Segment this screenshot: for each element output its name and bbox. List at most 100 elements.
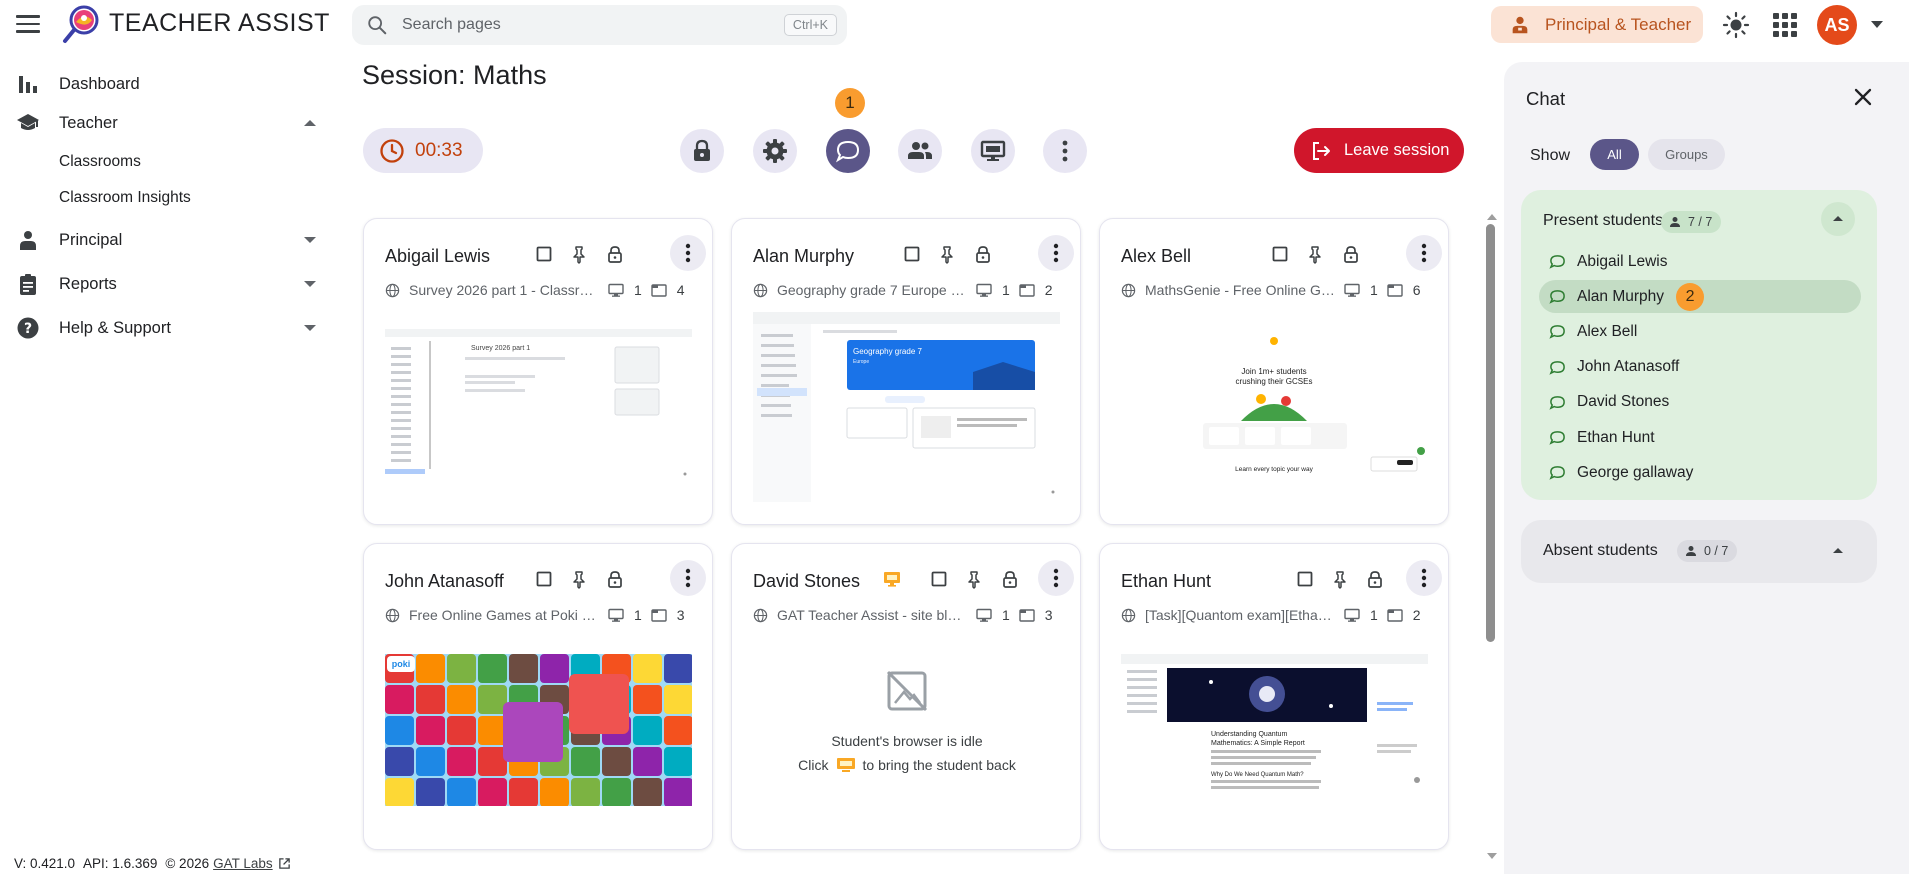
more-actions-button[interactable]	[1043, 129, 1087, 173]
pin-icon[interactable]	[1305, 244, 1325, 264]
gat-labs-link[interactable]: GAT Labs	[213, 856, 273, 871]
chat-student-item[interactable]: David Stones	[1539, 386, 1861, 419]
screen-thumbnail[interactable]: poki	[385, 654, 692, 806]
chat-bubble-icon	[835, 140, 860, 163]
lock-all-button[interactable]	[680, 129, 724, 173]
search-input[interactable]: Search pages	[402, 16, 784, 34]
external-link-icon[interactable]	[278, 857, 291, 870]
student-name: David Stones	[753, 571, 861, 591]
chat-student-item[interactable]: Alan Murphy 2	[1539, 280, 1861, 314]
tabs-icon	[1387, 608, 1403, 622]
more-vert-icon[interactable]	[670, 235, 706, 271]
lock-student-icon[interactable]	[605, 244, 625, 264]
brightness-icon[interactable]	[1722, 11, 1750, 39]
active-tab-title[interactable]: GAT Teacher Assist - site blocked	[777, 607, 967, 623]
sidebar-item-dashboard[interactable]: Dashboard	[0, 68, 330, 100]
sidebar-label: Dashboard	[59, 74, 140, 93]
chat-student-item[interactable]: Ethan Hunt	[1539, 421, 1861, 454]
globe-icon	[1121, 608, 1136, 622]
pin-icon[interactable]	[1330, 569, 1350, 589]
absent-count-chip: 0 / 7	[1677, 540, 1738, 562]
pin-icon[interactable]	[937, 244, 957, 264]
active-tab-title[interactable]: Free Online Games at Poki - Play Now!	[409, 607, 599, 623]
collapse-present-button[interactable]	[1821, 202, 1855, 236]
select-checkbox[interactable]	[929, 569, 949, 589]
chat-panel: Chat Show All Groups Present students 7 …	[1504, 62, 1909, 874]
apps-grid-icon[interactable]	[1773, 13, 1797, 37]
student-card[interactable]: John Atanasoff Free Online Games at Poki…	[363, 543, 713, 850]
more-vert-icon[interactable]	[1038, 235, 1074, 271]
menu-icon[interactable]	[16, 15, 40, 33]
sidebar-item-classroom-insights[interactable]: Classroom Insights	[59, 189, 191, 207]
more-vert-icon[interactable]	[1406, 235, 1442, 271]
active-tab-title[interactable]: [Task][Quantom exam][Ethan Hunt]	[1145, 607, 1335, 623]
screen-share-button[interactable]	[971, 129, 1015, 173]
lock-student-icon[interactable]	[1365, 569, 1385, 589]
filter-groups-chip[interactable]: Groups	[1648, 139, 1725, 170]
globe-icon	[1121, 283, 1136, 297]
idle-rest-text: to bring the student back	[862, 757, 1016, 773]
chat-student-item[interactable]: Abigail Lewis	[1539, 245, 1861, 278]
scroll-up-arrow-icon[interactable]	[1487, 214, 1497, 220]
student-card[interactable]: Abigail Lewis Survey 2026 part 1 - Class…	[363, 218, 713, 525]
active-tab-title[interactable]: Survey 2026 part 1 - Classroom	[409, 282, 599, 298]
pin-icon[interactable]	[569, 244, 589, 264]
student-card[interactable]: David Stones GAT Teacher Assist - site b…	[731, 543, 1081, 850]
role-switch-button[interactable]: Principal & Teacher	[1491, 6, 1703, 43]
student-card[interactable]: Alex Bell MathsGenie - Free Online GCSE …	[1099, 218, 1449, 525]
school-icon	[17, 114, 39, 130]
chat-button[interactable]	[826, 129, 870, 173]
search-bar[interactable]: Search pages Ctrl+K	[352, 5, 847, 45]
select-checkbox[interactable]	[1270, 244, 1290, 264]
doc-title-2: Mathematics: A Simple Report	[1211, 740, 1305, 747]
chat-student-item[interactable]: John Atanasoff	[1539, 351, 1861, 384]
select-checkbox[interactable]	[1295, 569, 1315, 589]
filter-all-chip[interactable]: All	[1590, 139, 1639, 170]
main-scrollbar[interactable]	[1486, 224, 1495, 642]
active-tab-title[interactable]: MathsGenie - Free Online GCSE Revision	[1145, 282, 1335, 298]
leave-session-button[interactable]: Leave session	[1294, 128, 1464, 173]
select-checkbox[interactable]	[534, 244, 554, 264]
lock-student-icon[interactable]	[973, 244, 993, 264]
pin-icon[interactable]	[964, 569, 984, 589]
scroll-down-arrow-icon[interactable]	[1487, 853, 1497, 859]
collapse-absent-button[interactable]	[1821, 534, 1855, 568]
select-checkbox[interactable]	[534, 569, 554, 589]
screen-thumbnail[interactable]: Understanding Quantum Mathematics: A Sim…	[1121, 654, 1428, 806]
settings-button[interactable]	[753, 129, 797, 173]
search-shortcut: Ctrl+K	[783, 14, 837, 36]
sidebar-item-teacher[interactable]: Teacher	[0, 107, 330, 139]
more-vert-icon[interactable]	[1406, 560, 1442, 596]
screen-thumbnail[interactable]: Geography grade 7 Europe	[753, 312, 1060, 502]
wake-student-icon[interactable]	[836, 757, 856, 773]
sidebar-item-principal[interactable]: Principal	[0, 224, 330, 256]
active-tab-title[interactable]: Geography grade 7 Europe - Classroom	[777, 282, 967, 298]
sidebar-item-help[interactable]: ? Help & Support	[0, 312, 330, 344]
more-vert-icon[interactable]	[1038, 560, 1074, 596]
lock-icon	[694, 139, 710, 161]
pin-icon[interactable]	[569, 569, 589, 589]
account-menu-caret-icon[interactable]	[1871, 21, 1883, 28]
present-count-chip: 7 / 7	[1661, 211, 1722, 233]
student-card[interactable]: Alan Murphy Geography grade 7 Europe - C…	[731, 218, 1081, 525]
tab-count: 3	[676, 607, 685, 623]
sidebar-item-reports[interactable]: Reports	[0, 268, 330, 300]
student-card[interactable]: Ethan Hunt [Task][Quantom exam][Ethan Hu…	[1099, 543, 1449, 850]
screen-thumbnail[interactable]: Join 1m+ students crushing their GCSEs L…	[1121, 329, 1428, 479]
lock-student-icon[interactable]	[1000, 569, 1020, 589]
user-avatar[interactable]: AS	[1817, 5, 1857, 45]
lock-student-icon[interactable]	[605, 569, 625, 589]
sidebar-item-classrooms[interactable]: Classrooms	[59, 153, 141, 171]
tab-count: 2	[1044, 282, 1053, 298]
no-image-icon	[886, 670, 928, 712]
select-checkbox[interactable]	[902, 244, 922, 264]
more-vert-icon[interactable]	[670, 560, 706, 596]
close-icon[interactable]	[1850, 84, 1876, 110]
idle-screen-icon[interactable]	[882, 569, 902, 589]
groups-button[interactable]	[898, 129, 942, 173]
chat-student-item[interactable]: George gallaway	[1539, 456, 1861, 489]
timer-value: 00:33	[415, 139, 463, 161]
screen-thumbnail[interactable]: Survey 2026 part 1	[385, 329, 692, 481]
chat-student-item[interactable]: Alex Bell	[1539, 315, 1861, 348]
lock-student-icon[interactable]	[1341, 244, 1361, 264]
